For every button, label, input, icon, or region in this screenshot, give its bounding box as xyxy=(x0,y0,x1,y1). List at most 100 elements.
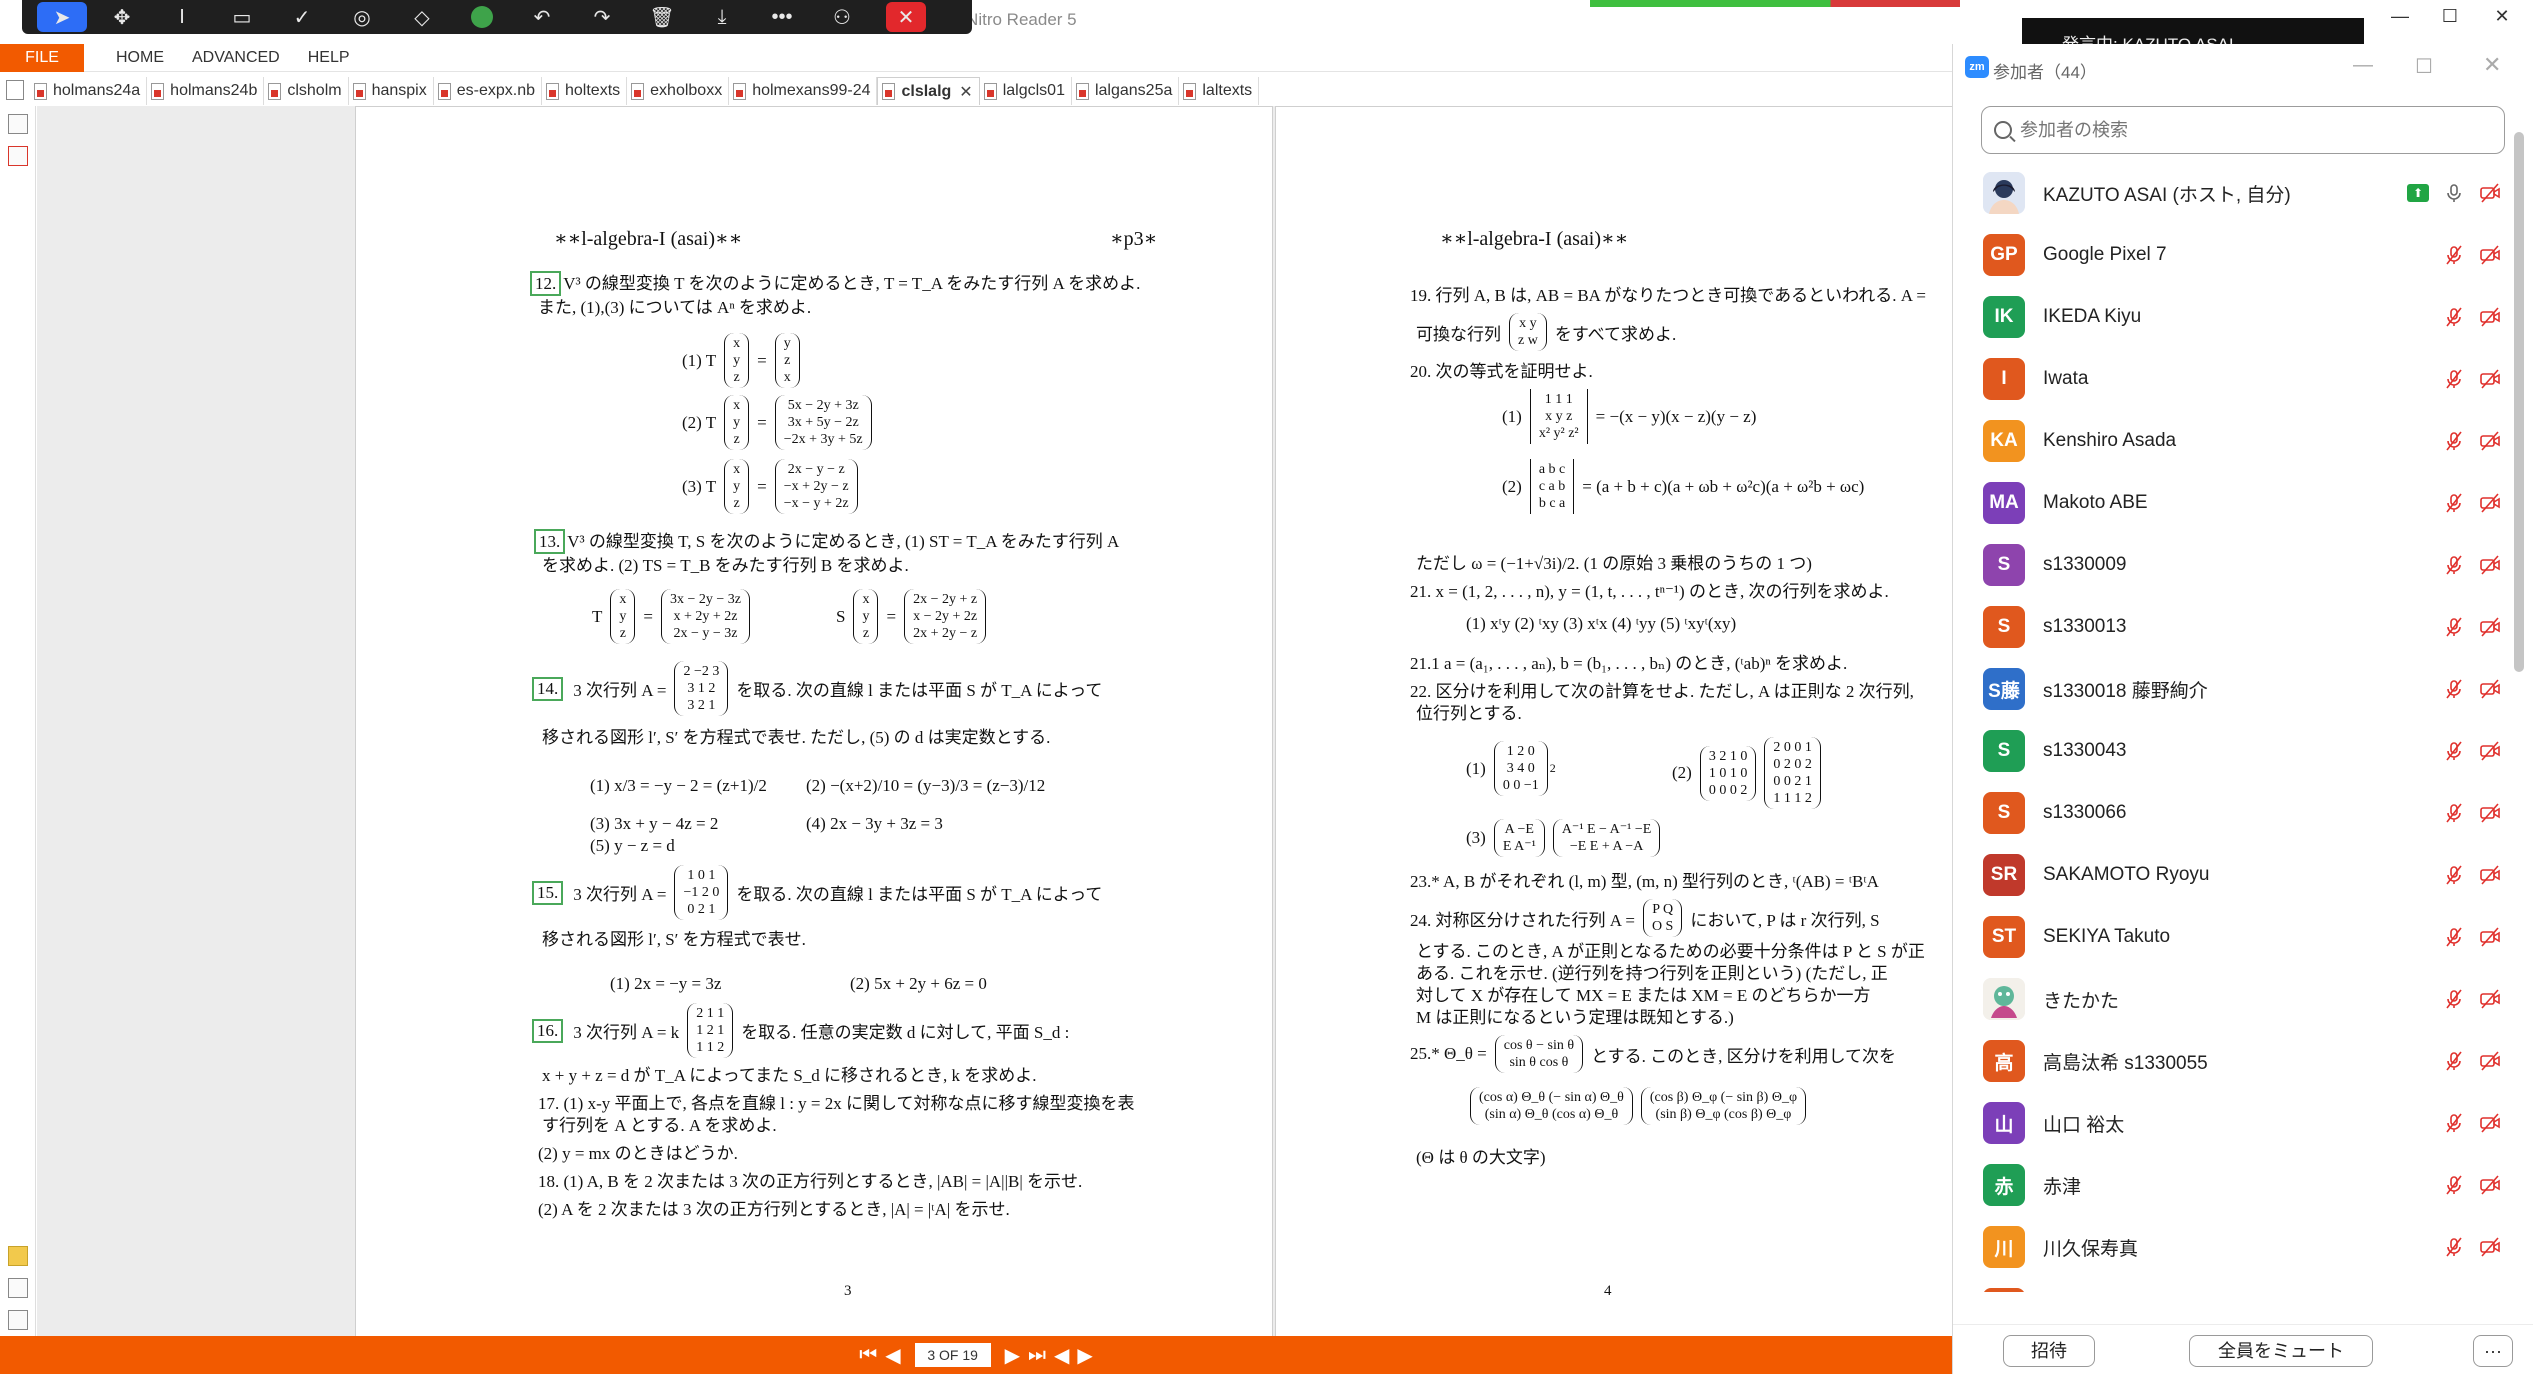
video-off-icon[interactable] xyxy=(2479,1174,2501,1196)
participant-list-scrollbar[interactable] xyxy=(2514,132,2524,672)
participant-row[interactable]: IK IKEDA Kiyu xyxy=(1953,286,2513,348)
video-off-icon[interactable] xyxy=(2479,802,2501,824)
last-page-icon[interactable]: ⏭ xyxy=(1028,1344,1046,1367)
tab-hanspix[interactable]: hanspix xyxy=(349,77,434,105)
video-off-icon[interactable] xyxy=(2479,554,2501,576)
microphone-muted-icon[interactable] xyxy=(2443,492,2465,514)
microphone-muted-icon[interactable] xyxy=(2443,616,2465,638)
rectangle-icon[interactable]: ▭ xyxy=(212,0,272,34)
microphone-muted-icon[interactable] xyxy=(2443,988,2465,1010)
video-off-icon[interactable] xyxy=(2479,244,2501,266)
participant-row[interactable]: SR SAKAMOTO Ryoyu xyxy=(1953,844,2513,906)
tab-clslalg[interactable]: clslalg ✕ xyxy=(877,77,980,105)
more-dots-icon[interactable]: ••• xyxy=(752,0,812,34)
tab-holmans24a[interactable]: holmans24a xyxy=(30,77,148,105)
mute-all-button[interactable]: 全員をミュート xyxy=(2189,1335,2373,1367)
document-viewer[interactable]: ∗∗l-algebra-I (asai)∗∗ ∗p3∗ 12. V³ の線型変換 … xyxy=(37,106,1952,1336)
participant-row[interactable]: ST SEKIYA Takuto xyxy=(1953,906,2513,968)
redo-icon[interactable]: ↷ xyxy=(572,0,632,34)
participant-row[interactable]: 赤赤津 xyxy=(1953,1154,2513,1216)
video-off-icon[interactable] xyxy=(2479,1050,2501,1072)
move-cross-icon[interactable]: ✥ xyxy=(92,0,152,34)
microphone-muted-icon[interactable] xyxy=(2443,368,2465,390)
request-control-icon[interactable]: ⚇ xyxy=(812,0,872,34)
save-download-icon[interactable]: ⤓ xyxy=(692,0,752,34)
microphone-muted-icon[interactable] xyxy=(2443,802,2465,824)
mouse-pointer-icon[interactable]: ➤ xyxy=(37,2,87,32)
pages-panel-icon[interactable] xyxy=(8,114,28,134)
participant-row[interactable]: I Iwata xyxy=(1953,348,2513,410)
panel-minimize-button[interactable]: — xyxy=(2353,54,2373,77)
video-off-icon[interactable] xyxy=(2479,1236,2501,1258)
participant-row[interactable]: GP Google Pixel 7 xyxy=(1953,224,2513,286)
participant-row[interactable]: Ss1330043 xyxy=(1953,720,2513,782)
invite-button[interactable]: 招待 xyxy=(2003,1335,2095,1367)
tab-list-icon[interactable] xyxy=(6,80,24,100)
video-off-icon[interactable] xyxy=(2479,492,2501,514)
participant-row[interactable]: 大大島千滋 xyxy=(1953,1278,2513,1292)
participant-row[interactable]: KAZUTO ASAI (ホスト, 自分) ⬆ xyxy=(1953,162,2513,224)
undo-icon[interactable]: ↶ xyxy=(512,0,572,34)
first-page-icon[interactable]: ⏮ xyxy=(859,1344,877,1367)
close-window-button[interactable]: ✕ xyxy=(2482,6,2522,27)
check-stamp-icon[interactable]: ✓ xyxy=(272,0,332,34)
spotlight-icon[interactable]: ◎ xyxy=(332,0,392,34)
more-options-button[interactable]: ··· xyxy=(2473,1335,2513,1367)
participant-row[interactable]: S藤 s1330018 藤野絢介 xyxy=(1953,658,2513,720)
microphone-muted-icon[interactable] xyxy=(2443,864,2465,886)
tab-holtexts[interactable]: holtexts xyxy=(542,77,628,105)
microphone-muted-icon[interactable] xyxy=(2443,306,2465,328)
microphone-muted-icon[interactable] xyxy=(2443,1236,2465,1258)
menu-advanced[interactable]: ADVANCED xyxy=(178,44,294,72)
eraser-icon[interactable]: ◇ xyxy=(392,0,452,34)
comments-panel-icon[interactable] xyxy=(8,1246,28,1266)
participant-row[interactable]: Ss1330066 xyxy=(1953,782,2513,844)
participant-row[interactable]: 山山口 裕太 xyxy=(1953,1092,2513,1154)
microphone-muted-icon[interactable] xyxy=(2443,1174,2465,1196)
participant-row[interactable]: 高高島汰希 s1330055 xyxy=(1953,1030,2513,1092)
microphone-muted-icon[interactable] xyxy=(2443,1112,2465,1134)
microphone-muted-icon[interactable] xyxy=(2443,244,2465,266)
text-cursor-icon[interactable]: I xyxy=(152,0,212,34)
microphone-muted-icon[interactable] xyxy=(2443,740,2465,762)
panel-close-button[interactable]: ✕ xyxy=(2483,52,2501,78)
participant-search-box[interactable] xyxy=(1981,106,2505,154)
panel-maximize-button[interactable]: ☐ xyxy=(2415,54,2433,79)
participant-row[interactable]: Ss1330013 xyxy=(1953,596,2513,658)
video-off-icon[interactable] xyxy=(2479,306,2501,328)
menu-home[interactable]: HOME xyxy=(102,44,178,72)
video-off-icon[interactable] xyxy=(2479,926,2501,948)
maximize-window-button[interactable]: ☐ xyxy=(2430,6,2470,27)
microphone-muted-icon[interactable] xyxy=(2443,678,2465,700)
tab-exholboxx[interactable]: exholboxx xyxy=(627,77,730,105)
close-tab-icon[interactable]: ✕ xyxy=(959,82,972,102)
participant-row[interactable]: きたかた xyxy=(1953,968,2513,1030)
video-off-icon[interactable] xyxy=(2479,1112,2501,1134)
microphone-icon[interactable] xyxy=(2443,182,2465,204)
microphone-muted-icon[interactable] xyxy=(2443,1050,2465,1072)
bookmarks-panel-icon[interactable] xyxy=(8,146,28,166)
forward-view-icon[interactable]: ▶ xyxy=(1077,1343,1092,1368)
next-page-icon[interactable]: ▶ xyxy=(1005,1343,1020,1368)
microphone-muted-icon[interactable] xyxy=(2443,926,2465,948)
video-off-icon[interactable] xyxy=(2479,616,2501,638)
participant-row[interactable]: Ss1330009 xyxy=(1953,534,2513,596)
participant-search-input[interactable] xyxy=(2020,119,2480,141)
video-off-icon[interactable] xyxy=(2479,182,2501,204)
trash-icon[interactable]: 🗑 xyxy=(632,0,692,34)
tab-es-expx[interactable]: es-expx.nb xyxy=(434,77,542,105)
menu-help[interactable]: HELP xyxy=(294,44,364,72)
video-off-icon[interactable] xyxy=(2479,988,2501,1010)
tab-holmans24b[interactable]: holmans24b xyxy=(147,77,265,105)
video-off-icon[interactable] xyxy=(2479,864,2501,886)
previous-page-icon[interactable]: ◀ xyxy=(885,1343,900,1368)
video-off-icon[interactable] xyxy=(2479,368,2501,390)
video-off-icon[interactable] xyxy=(2479,678,2501,700)
tab-clsholm[interactable]: clsholm xyxy=(264,77,349,105)
output-panel-icon[interactable] xyxy=(8,1310,28,1330)
menu-file[interactable]: FILE xyxy=(0,43,84,72)
video-off-icon[interactable] xyxy=(2479,430,2501,452)
attachments-panel-icon[interactable] xyxy=(8,1278,28,1298)
tab-lalgans25a[interactable]: lalgans25a xyxy=(1072,77,1180,105)
participant-row[interactable]: KA Kenshiro Asada xyxy=(1953,410,2513,472)
